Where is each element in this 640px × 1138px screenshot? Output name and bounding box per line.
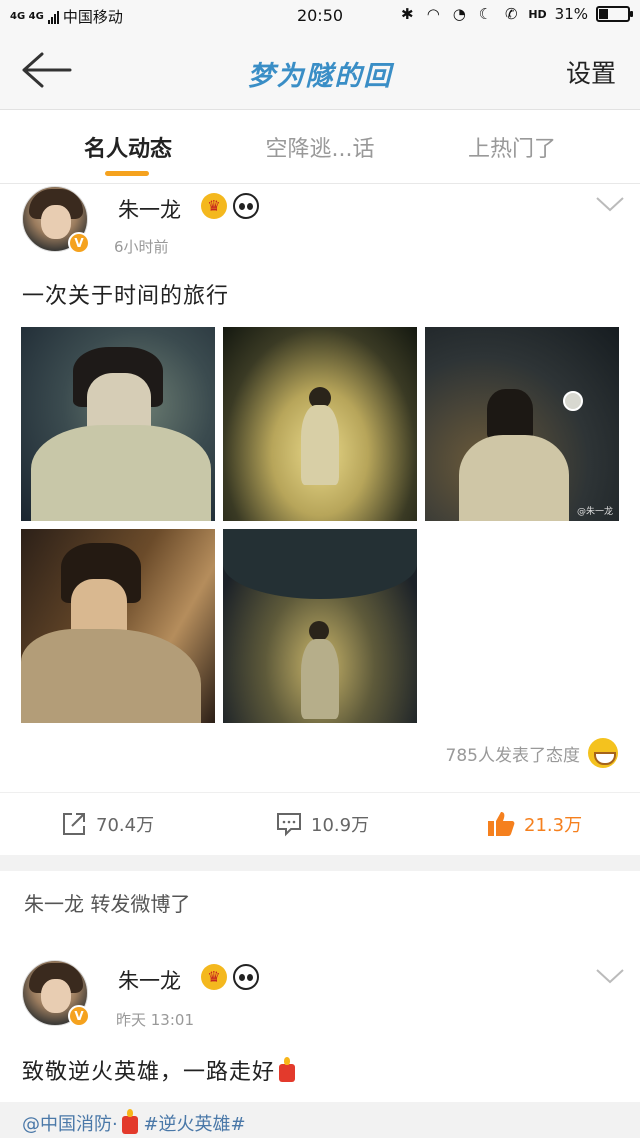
like-button[interactable]: 21.3万 [486, 810, 582, 838]
candle-icon [121, 1109, 138, 1134]
post-username[interactable]: 朱一龙 [118, 965, 181, 995]
photo-face [87, 373, 151, 433]
post-text-body: 致敬逆火英雄，一路走好 [22, 1060, 276, 1085]
post-text: 致敬逆火英雄，一路走好 [22, 1054, 296, 1086]
original-post-bar[interactable]: @中国消防· #逆火英雄# [0, 1102, 640, 1138]
tab-bar: 名人动态 空降逃...话 上热门了 [0, 111, 640, 184]
post-photo-1[interactable] [21, 327, 215, 521]
chevron-down-icon[interactable] [595, 194, 625, 214]
post-username[interactable]: 朱一龙 [118, 194, 181, 224]
battery-icon [596, 6, 633, 22]
repost-header: 朱一龙 转发微博了 [24, 892, 191, 916]
mention-link[interactable]: @中国消防 [22, 1114, 112, 1135]
status-right: ✱ ◠ ◔ ☾ ✆ HD 31% [398, 5, 633, 23]
candle-icon [279, 1057, 296, 1082]
photo-glass-ball [563, 391, 583, 411]
grinning-emoji-icon [588, 738, 618, 768]
verified-badge-icon: V [68, 232, 90, 254]
post-photo-3[interactable]: @朱一龙 [425, 327, 619, 521]
alarm-icon: ◔ [452, 5, 466, 23]
like-count: 21.3万 [524, 815, 583, 836]
bluetooth-icon: ✱ [401, 5, 414, 23]
comment-icon [277, 813, 301, 837]
settings-button[interactable]: 设置 [566, 54, 616, 90]
reactions-text: 785人发表了态度 [445, 745, 580, 766]
active-tab-indicator [105, 171, 149, 176]
panda-icon [233, 964, 259, 990]
comment-count: 10.9万 [311, 815, 370, 836]
photo-coat [301, 639, 339, 719]
moon-icon: ☾ [478, 5, 493, 23]
post-timestamp: 6小时前 [114, 238, 169, 256]
post-photo-4[interactable] [21, 529, 215, 723]
tab-second[interactable]: 空降逃...话 [250, 131, 390, 163]
tab-celebrity-updates[interactable]: 名人动态 [58, 131, 198, 163]
thumbs-up-icon [488, 812, 515, 836]
photo-coat [301, 405, 339, 485]
separator: · [112, 1114, 118, 1135]
tab-trending[interactable]: 上热门了 [442, 131, 582, 163]
photo-coat [459, 435, 569, 521]
post-photo-2[interactable] [223, 327, 417, 521]
post-timestamp: 昨天 13:01 [116, 1011, 194, 1029]
post-text: 一次关于时间的旅行 [22, 284, 230, 309]
avatar-face [41, 205, 71, 239]
crown-icon: ♛ [201, 193, 227, 219]
photo-ceiling [223, 529, 417, 599]
photo-watermark: @朱一龙 [576, 507, 613, 517]
page-title: 梦为隧的回 [247, 61, 393, 92]
hashtag-link[interactable]: #逆火英雄# [143, 1114, 245, 1135]
photo-coat [21, 629, 201, 723]
photo-face [71, 579, 127, 635]
battery-percent: 31% [554, 5, 588, 23]
panda-icon [233, 193, 259, 219]
battery-fill [599, 9, 608, 19]
nav-bar: 梦为隧的回 设置 [0, 32, 640, 110]
call-icon: ✆ [505, 5, 518, 23]
section-divider [0, 855, 640, 871]
post-photo-5[interactable] [223, 529, 417, 723]
share-icon [63, 813, 85, 835]
crown-icon: ♛ [201, 964, 227, 990]
avatar-face [41, 979, 71, 1013]
comment-button[interactable]: 10.9万 [275, 810, 369, 838]
post-action-row: 70.4万 10.9万 21.3万 [0, 792, 640, 854]
photo-coat [31, 425, 211, 521]
repost-count: 70.4万 [96, 815, 155, 836]
photo-hair [487, 389, 533, 439]
verified-badge-icon: V [68, 1005, 90, 1027]
photo-head [309, 621, 329, 641]
headset-icon: ◠ [426, 5, 440, 23]
status-bar: 4G 4G 中国移动 20:50 ✱ ◠ ◔ ☾ ✆ HD 31% [0, 0, 640, 32]
hd-badge: HD [528, 7, 547, 21]
chevron-down-icon[interactable] [595, 966, 625, 986]
reactions-summary[interactable]: 785人发表了态度 [446, 738, 618, 768]
original-post-preview: @中国消防· #逆火英雄# [22, 1109, 246, 1136]
repost-button[interactable]: 70.4万 [60, 810, 154, 838]
